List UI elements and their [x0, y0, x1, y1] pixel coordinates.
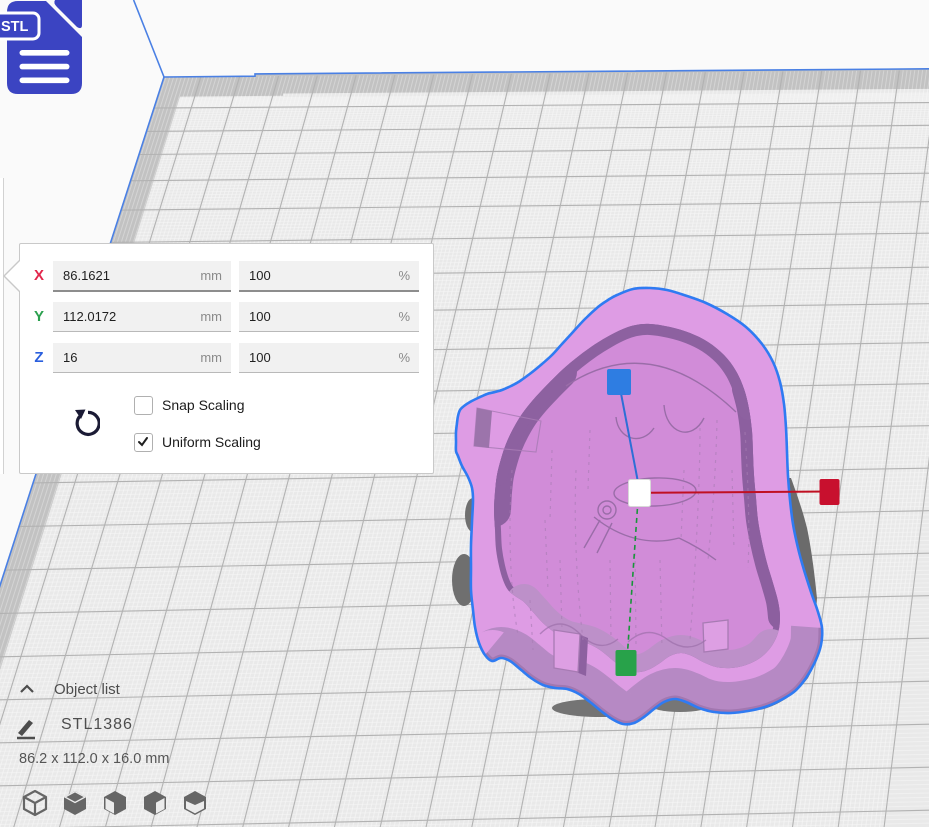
svg-text:STL: STL [1, 19, 29, 35]
